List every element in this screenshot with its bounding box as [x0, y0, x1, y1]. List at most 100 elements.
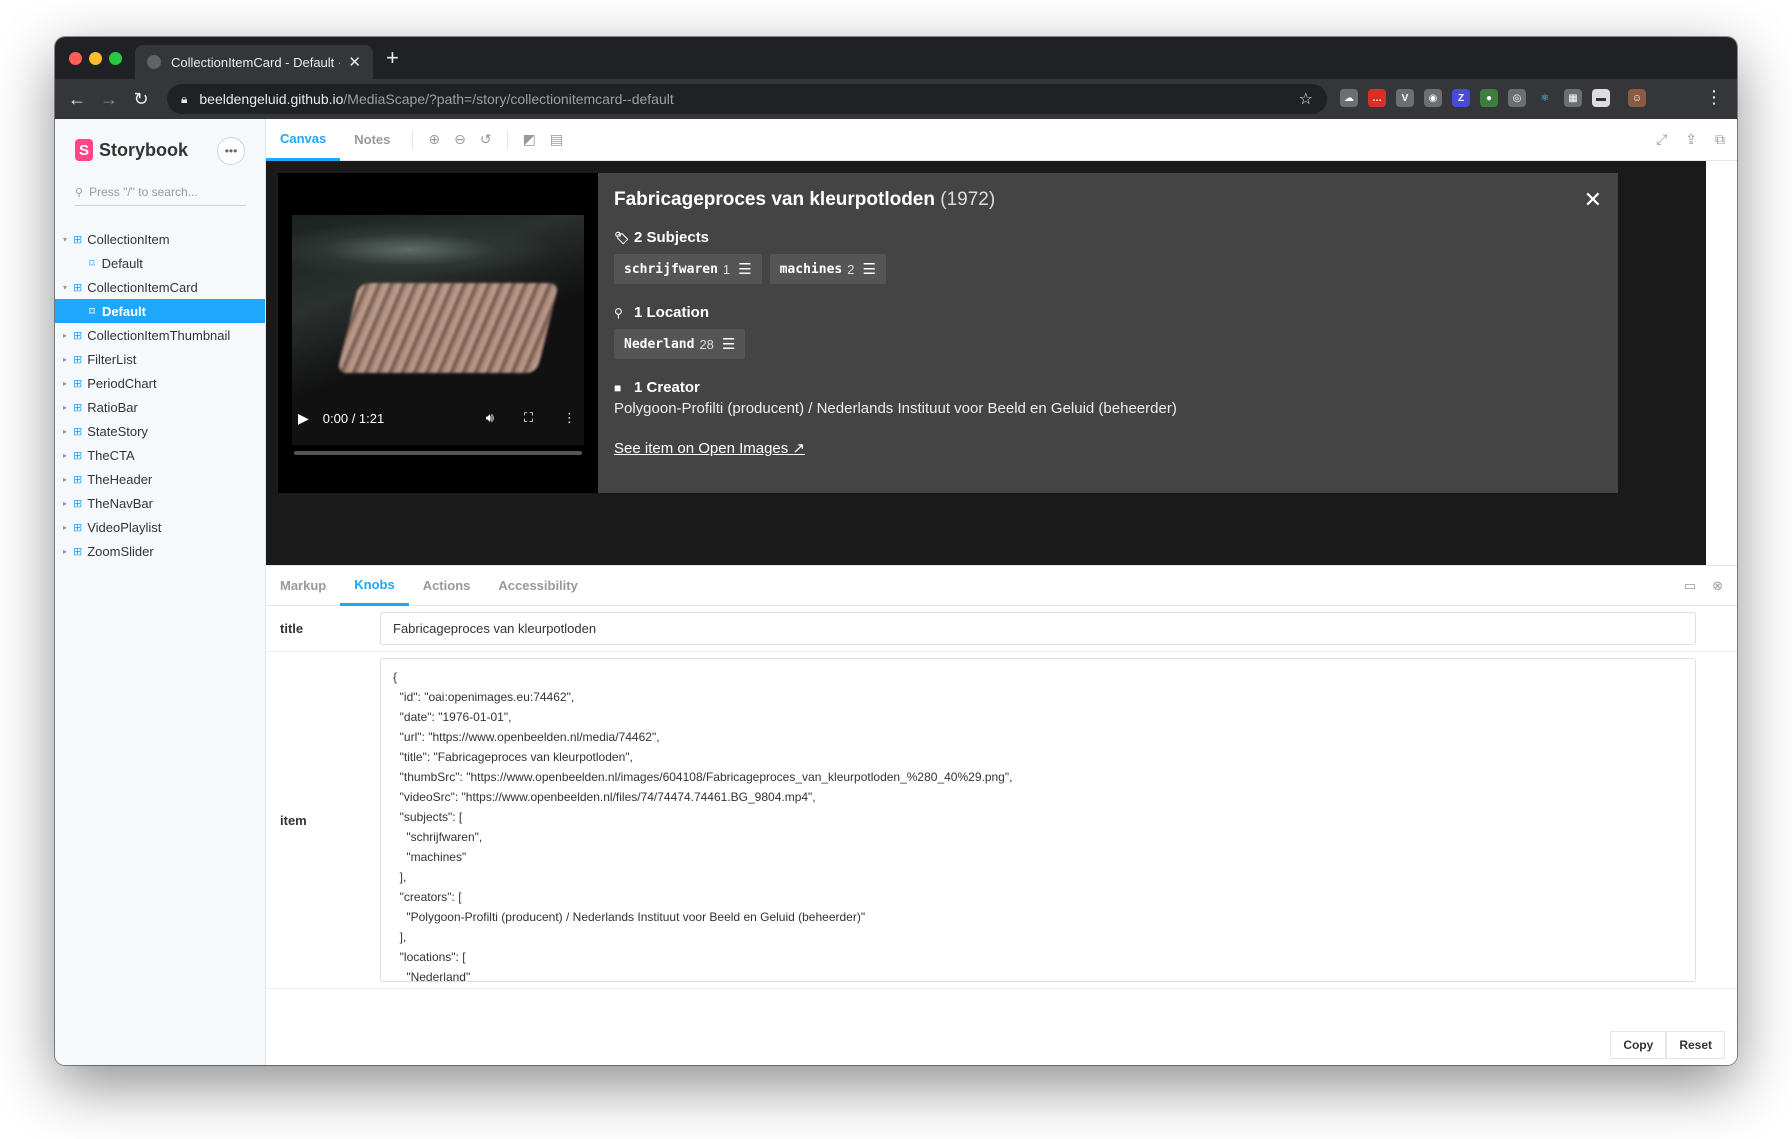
chip-count: 28: [699, 336, 714, 352]
storybook-brand[interactable]: S Storybook: [75, 139, 188, 161]
avatar[interactable]: ☺: [1628, 89, 1646, 107]
component-icon: ⊞: [73, 401, 83, 414]
extension-icon[interactable]: Z: [1452, 89, 1470, 107]
sidebar-item-videoplaylist[interactable]: ▸ ⊞ VideoPlaylist: [55, 515, 266, 539]
extension-icon[interactable]: ▬: [1592, 89, 1610, 107]
zoom-out-icon[interactable]: ⊖: [454, 131, 466, 148]
sidebar-item-collectionitemcard[interactable]: ▾ ⊞ CollectionItemCard: [55, 275, 266, 299]
react-icon[interactable]: ⚛: [1536, 89, 1554, 107]
sidebar-story-default[interactable]: ⌑ Default: [55, 251, 266, 275]
bookmark-star-icon[interactable]: ☆: [1299, 89, 1313, 109]
minimize-window-button[interactable]: [89, 52, 102, 65]
back-icon[interactable]: ←: [61, 89, 93, 110]
addons-panel: Markup Knobs Actions Accessibility ▭ ⊗ t…: [266, 565, 1737, 1065]
sidebar-menu-button[interactable]: •••: [217, 137, 245, 165]
sidebar-item-collectionitem[interactable]: ▾ ⊞ CollectionItem: [55, 227, 266, 251]
sidebar-item-label: FilterList: [87, 351, 137, 367]
card-year: (1972): [940, 189, 996, 210]
copy-button[interactable]: Copy: [1610, 1031, 1667, 1059]
tab-accessibility[interactable]: Accessibility: [484, 566, 592, 606]
extension-icon[interactable]: ▦: [1564, 89, 1582, 107]
browser-toolbar: ← → ↻ 🔒︎ beeldengeluid.github.io/MediaSc…: [55, 79, 1737, 119]
component-icon: ⊞: [73, 521, 83, 534]
sidebar-item-collectionitemthumbnail[interactable]: ▸ ⊞ CollectionItemThumbnail: [55, 323, 266, 347]
sidebar-story-default-selected[interactable]: ⌑ Default: [55, 299, 266, 323]
zoom-in-icon[interactable]: ⊕: [428, 131, 440, 148]
fullscreen-icon[interactable]: ⛶: [524, 410, 533, 426]
open-images-link[interactable]: See item on Open Images ↗: [614, 440, 805, 457]
subject-chip[interactable]: schrijfwaren 1 ☰: [614, 254, 762, 284]
tab-markup[interactable]: Markup: [266, 566, 340, 606]
chip-label: Nederland: [624, 336, 695, 352]
canvas-right-tools: ⤢ ⇪ ⧉: [1656, 131, 1725, 148]
chip-label: machines: [779, 261, 843, 277]
filter-icon[interactable]: ☰: [862, 260, 875, 278]
fullscreen-icon[interactable]: ⤢: [1656, 131, 1667, 148]
grid-icon[interactable]: ▤: [550, 131, 563, 148]
background-icon[interactable]: ◩: [523, 131, 536, 148]
caret-down-icon: ▾: [63, 234, 68, 244]
tab-notes[interactable]: Notes: [340, 119, 404, 161]
sidebar-item-label: VideoPlaylist: [87, 519, 162, 535]
sidebar-item-periodchart[interactable]: ▸ ⊞ PeriodChart: [55, 371, 266, 395]
filter-icon[interactable]: ☰: [722, 335, 735, 353]
volume-icon[interactable]: 🔊︎: [486, 410, 494, 426]
caret-right-icon: ▸: [63, 354, 68, 364]
browser-tab[interactable]: CollectionItemCard - Default · ✕: [135, 45, 373, 79]
play-icon[interactable]: ▶: [298, 410, 309, 427]
camera-icon[interactable]: ◎: [1508, 89, 1526, 107]
sidebar-item-label: CollectionItem: [87, 231, 170, 247]
chip-count: 1: [722, 261, 731, 277]
extension-icon[interactable]: ◉: [1424, 89, 1442, 107]
sidebar-item-label: Default: [101, 255, 143, 271]
title-knob-input[interactable]: Fabricageproces van kleurpotloden: [380, 612, 1696, 645]
location-heading-text: 1 Location: [634, 304, 710, 321]
video-frame-pencils: [336, 283, 560, 373]
caret-right-icon: ▸: [63, 330, 68, 340]
sidebar-item-thenavbar[interactable]: ▸ ⊞ TheNavBar: [55, 491, 266, 515]
video-progress-bar[interactable]: [294, 451, 582, 455]
location-heading: ⚲ 1 Location: [614, 304, 1602, 321]
zoom-window-button[interactable]: [109, 52, 122, 65]
tab-knobs[interactable]: Knobs: [340, 566, 409, 606]
divider: [412, 129, 414, 150]
extension-icon[interactable]: …: [1368, 89, 1386, 107]
extension-icon[interactable]: ☁: [1340, 89, 1358, 107]
new-tab-button[interactable]: +: [386, 45, 399, 71]
copy-link-icon[interactable]: ⧉: [1715, 131, 1725, 148]
close-icon[interactable]: ✕: [1584, 187, 1602, 213]
reload-icon[interactable]: ↻: [125, 89, 157, 110]
share-icon[interactable]: ⇪: [1685, 131, 1697, 148]
sidebar-item-label: CollectionItemThumbnail: [87, 327, 231, 343]
sidebar-item-ratiobar[interactable]: ▸ ⊞ RatioBar: [55, 395, 266, 419]
sidebar-item-thecta[interactable]: ▸ ⊞ TheCTA: [55, 443, 266, 467]
subject-chip[interactable]: machines 2 ☰: [769, 254, 886, 284]
tab-actions[interactable]: Actions: [409, 566, 485, 606]
filter-icon[interactable]: ☰: [738, 260, 751, 278]
sidebar-item-theheader[interactable]: ▸ ⊞ TheHeader: [55, 467, 266, 491]
sidebar-item-statestory[interactable]: ▸ ⊞ StateStory: [55, 419, 266, 443]
search-input[interactable]: ⚲ Press "/" to search...: [75, 185, 246, 206]
location-chip[interactable]: Nederland 28 ☰: [614, 329, 746, 359]
address-bar[interactable]: 🔒︎ beeldengeluid.github.io/MediaScape/?p…: [167, 84, 1327, 114]
tab-close-icon[interactable]: ✕: [348, 53, 361, 71]
item-knob-textarea[interactable]: { "id": "oai:openimages.eu:74462", "date…: [380, 658, 1696, 982]
extension-icon[interactable]: ●: [1480, 89, 1498, 107]
more-options-icon[interactable]: ⋮: [563, 410, 576, 426]
extension-icon[interactable]: V: [1396, 89, 1414, 107]
tab-canvas[interactable]: Canvas: [266, 119, 341, 161]
video-player[interactable]: ▶ 0:00 / 1:21 🔊︎ ⛶ ⋮: [278, 173, 598, 493]
sidebar-item-filterlist[interactable]: ▸ ⊞ FilterList: [55, 347, 266, 371]
panel-position-icon[interactable]: ▭: [1684, 578, 1696, 594]
component-icon: ⊞: [73, 233, 83, 246]
caret-right-icon: ▸: [63, 474, 68, 484]
sidebar-item-zoomslider[interactable]: ▸ ⊞ ZoomSlider: [55, 539, 266, 563]
close-window-button[interactable]: [69, 52, 82, 65]
close-panel-icon[interactable]: ⊗: [1712, 578, 1723, 594]
sidebar-item-label: PeriodChart: [87, 375, 157, 391]
video-controls: ▶ 0:00 / 1:21 🔊︎ ⛶ ⋮: [292, 393, 584, 443]
forward-icon[interactable]: →: [93, 89, 125, 110]
zoom-reset-icon[interactable]: ↺: [480, 131, 492, 148]
kebab-menu-icon[interactable]: ⋮: [1705, 87, 1723, 108]
reset-button[interactable]: Reset: [1666, 1031, 1725, 1059]
